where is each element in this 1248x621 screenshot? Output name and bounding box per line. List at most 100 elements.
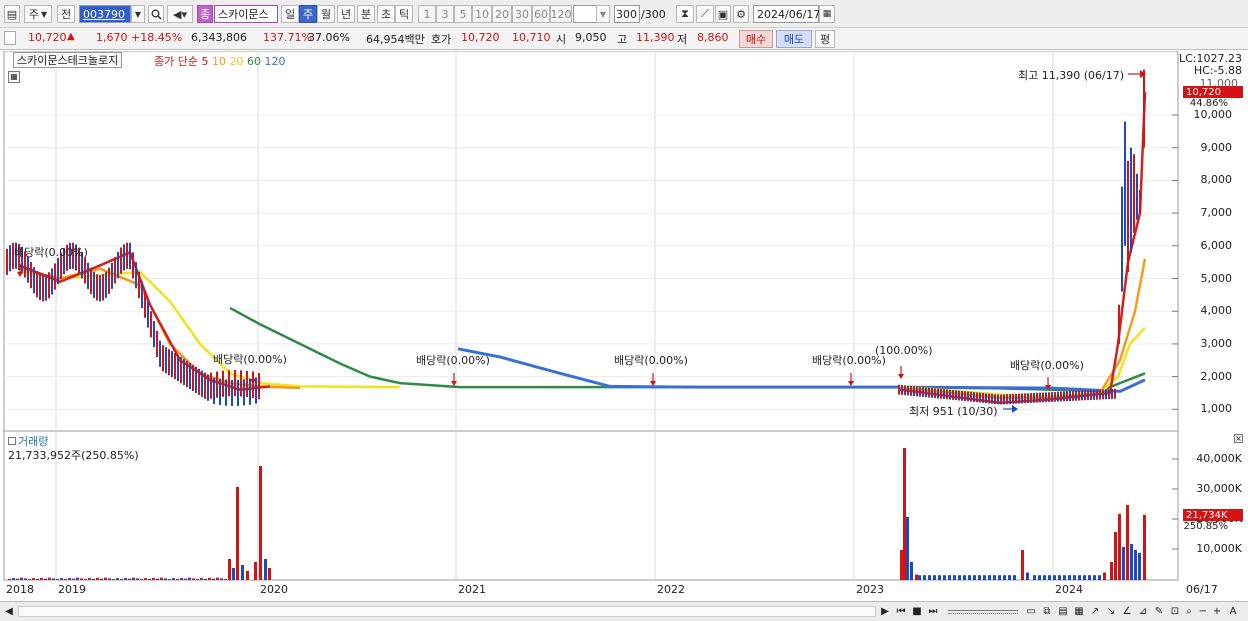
interval-60-button[interactable]: 60 — [532, 5, 550, 23]
period-day-button[interactable]: 일 — [281, 5, 299, 23]
volume-bar — [923, 575, 926, 580]
price-candle — [129, 242, 131, 270]
volume-value: 21,733,952주(250.85%) — [8, 449, 139, 462]
period-year-button[interactable]: 년 — [337, 5, 355, 23]
volume-bar — [1013, 575, 1016, 580]
candle-type-icon[interactable]: ⧗ — [676, 5, 694, 23]
dividend-note-6: (100.00%) — [875, 344, 933, 357]
close-icon[interactable]: × — [1234, 434, 1243, 443]
sell-button[interactable]: 매도 — [776, 30, 812, 48]
rewind-icon[interactable]: ⏮ — [894, 604, 908, 619]
interval-10-button[interactable]: 10 — [472, 5, 492, 23]
period-tick-button[interactable]: 틱 — [395, 5, 413, 23]
scroll-track[interactable] — [18, 606, 876, 617]
eval-button[interactable]: 평 — [815, 30, 835, 48]
interval-5-button[interactable]: 5 — [454, 5, 472, 23]
window-layout-icon[interactable]: ▤ — [1056, 604, 1070, 619]
screenshot-icon[interactable]: ⊡ — [1168, 604, 1182, 619]
save-icon[interactable]: ▣ — [715, 5, 731, 23]
period-month-button[interactable]: 월 — [317, 5, 335, 23]
speaker-icon[interactable]: ◀▾ — [167, 5, 193, 23]
interval-3-button[interactable]: 3 — [436, 5, 454, 23]
x-axis-label: 2019 — [58, 583, 86, 596]
period-second-button[interactable]: 초 — [377, 5, 395, 23]
zoom-slider[interactable] — [948, 610, 1018, 614]
window-split-icon[interactable]: ⧉ — [1040, 604, 1054, 619]
volume-bar — [208, 577, 211, 580]
volume-checkbox-icon[interactable] — [8, 437, 16, 445]
volume-bar — [1078, 575, 1081, 580]
date-input[interactable]: 2024/06/17 — [753, 5, 820, 23]
price-candle — [1075, 390, 1077, 401]
price-candle — [204, 372, 206, 399]
count-input[interactable]: 300 — [614, 5, 640, 23]
data-table-icon[interactable]: ▦ — [8, 71, 20, 83]
price-candle — [955, 390, 957, 401]
interval-1-button[interactable]: 1 — [418, 5, 436, 23]
window-menu-icon[interactable]: ▤ — [4, 5, 20, 23]
price-candle — [243, 379, 245, 406]
trend-down-icon[interactable]: ↘ — [1104, 604, 1118, 619]
market-select[interactable]: 주 ▼ — [24, 5, 52, 23]
legend-ma-10: 10 — [211, 55, 226, 68]
price-candle — [946, 389, 948, 400]
chart-svg[interactable] — [0, 51, 1248, 601]
stop-icon[interactable]: ■ — [910, 604, 924, 619]
grid-layout-icon[interactable]: ▦ — [1072, 604, 1086, 619]
jong-label[interactable]: 종 — [197, 5, 213, 23]
gear-icon[interactable]: ⚙ — [733, 5, 749, 23]
price-candle — [1030, 393, 1032, 403]
price-candle — [1015, 393, 1017, 404]
chevron-down-icon[interactable]: ▼ — [131, 5, 145, 23]
price-ytick: 7,000 — [1200, 206, 1233, 220]
price-candle — [141, 281, 143, 308]
volume-bar — [164, 578, 167, 580]
volume-bar — [918, 575, 921, 580]
volume-bar — [132, 577, 135, 580]
trend-tool-icon[interactable]: ↗ — [1088, 604, 1102, 619]
zoom-icon[interactable]: ⌕ — [1182, 604, 1196, 619]
fib-tool-icon[interactable]: ⊿ — [1136, 604, 1150, 619]
stock-name-field[interactable]: 스카이문스 — [214, 5, 278, 23]
quote-change-pct: +18.45% — [131, 31, 183, 44]
search-icon[interactable] — [148, 5, 164, 23]
zoom-in-icon[interactable]: + — [1210, 604, 1224, 619]
interval-120-button[interactable]: 120 — [550, 5, 572, 23]
quote-open: 9,050 — [575, 31, 607, 44]
pen-tool-icon[interactable]: ✎ — [1152, 604, 1166, 619]
price-candle — [123, 244, 125, 271]
volume-bar — [140, 579, 143, 580]
prev-button[interactable]: 전 — [57, 5, 75, 23]
period-minute-button[interactable]: 분 — [357, 5, 375, 23]
zoom-out-icon[interactable]: − — [1196, 604, 1210, 619]
stock-code-input[interactable]: 003790 — [79, 5, 131, 23]
scroll-left-icon[interactable]: ◀ — [2, 604, 16, 619]
volume-bar — [963, 575, 966, 580]
line-tool-icon[interactable]: ⟋ — [696, 5, 714, 23]
chevron-down-icon[interactable]: ▼ — [596, 5, 610, 23]
price-candle — [949, 389, 951, 400]
interval-30-button[interactable]: 30 — [512, 5, 532, 23]
volume-bar — [24, 578, 27, 580]
price-candle — [219, 378, 221, 406]
font-size-icon[interactable]: A — [1226, 604, 1240, 619]
up-triangle-icon: ▲ — [67, 31, 75, 42]
window-icon[interactable]: ▭ — [1024, 604, 1038, 619]
price-candle — [1084, 390, 1086, 401]
price-ytick: 2,000 — [1200, 369, 1233, 383]
stock-legend-box[interactable]: 스카이문스테크놀로지 — [13, 52, 123, 68]
volume-bar — [64, 578, 67, 580]
interval-20-button[interactable]: 20 — [492, 5, 512, 23]
volume-bar — [968, 575, 971, 580]
buy-button[interactable]: 매수 — [739, 30, 773, 48]
period-week-button[interactable]: 주 — [299, 5, 317, 23]
angle-tool-icon[interactable]: ∠ — [1120, 604, 1134, 619]
volume-bar — [116, 578, 119, 580]
forward-icon[interactable]: ⏭ — [926, 604, 940, 619]
price-candle — [177, 355, 179, 382]
price-candle — [105, 271, 107, 298]
collapse-icon[interactable] — [4, 31, 16, 45]
price-candle — [964, 391, 966, 402]
calendar-icon[interactable]: ▦ — [819, 5, 835, 23]
scroll-right-icon[interactable]: ▶ — [878, 604, 892, 619]
